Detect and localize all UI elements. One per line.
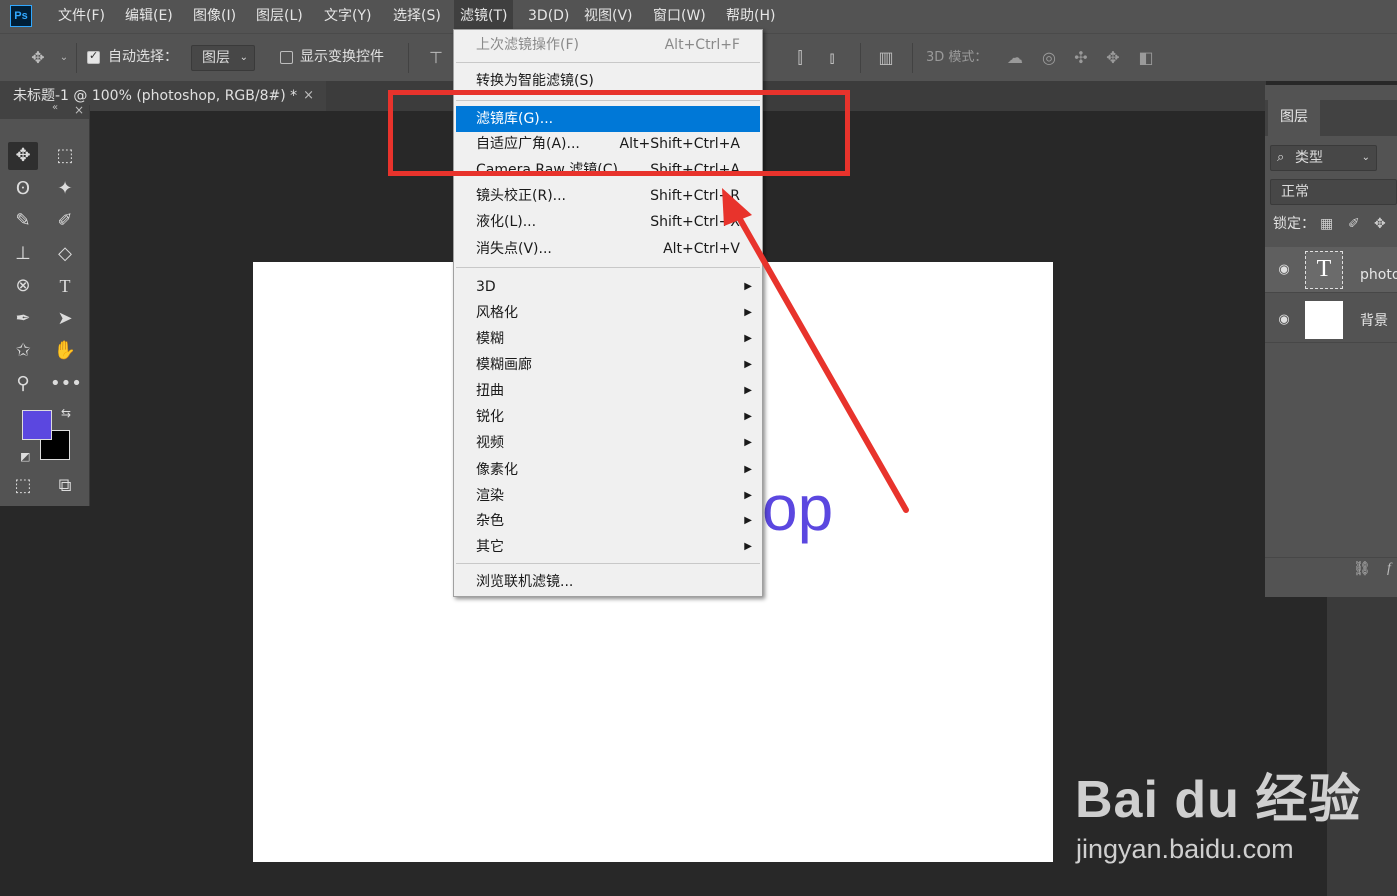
watermark-logo: Bai du 经验: [1075, 771, 1362, 829]
annotation-arrow-overlay: [722, 188, 909, 513]
arrow-head: [722, 188, 752, 226]
arrow-line: [734, 211, 909, 513]
watermark-url: jingyan.baidu.com: [1076, 834, 1294, 864]
